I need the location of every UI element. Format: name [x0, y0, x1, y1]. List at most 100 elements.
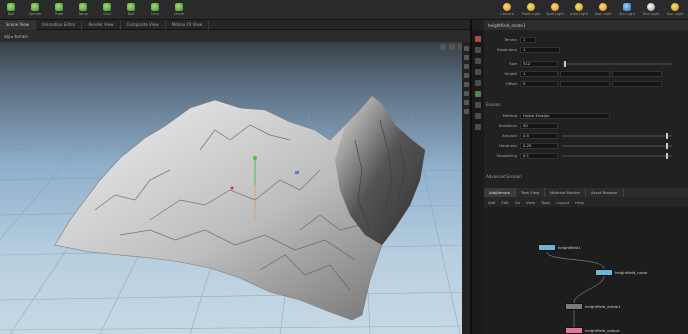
param-field[interactable]: 0.1: [520, 152, 558, 159]
shelf-tool-label: Camera: [500, 12, 514, 16]
menu-layout[interactable]: Layout: [556, 200, 569, 205]
param-label: Hardness: [499, 143, 517, 148]
param-field-z[interactable]: [612, 80, 662, 87]
move-icon[interactable]: [463, 55, 469, 60]
node-label: heightfield_output: [585, 328, 620, 333]
tab-composite-view[interactable]: Composite View: [121, 19, 166, 30]
tab-tree-view[interactable]: Tree View: [516, 188, 546, 197]
shelf-tool-area-light[interactable]: Area Light: [568, 1, 590, 19]
tab-network[interactable]: /obj/terrain: [484, 188, 517, 197]
menu-view[interactable]: View: [526, 200, 535, 205]
param-field[interactable]: 0.5: [520, 132, 558, 139]
param-label: Amount: [502, 133, 517, 138]
panel-tool-strip: [472, 30, 484, 334]
shelf-tool-label: Line: [151, 12, 159, 16]
network-editor[interactable]: heightfield1 heightfield_noise heightfie…: [484, 207, 688, 334]
tab-scene-view[interactable]: Scene View: [0, 19, 36, 30]
param-group-label[interactable]: Erosion: [486, 102, 501, 107]
param-field[interactable]: 0: [520, 80, 558, 87]
node-heightfield-output[interactable]: [565, 327, 583, 334]
display-flag-icon[interactable]: [475, 91, 481, 97]
param-row: Offset 0: [486, 80, 662, 87]
info-icon[interactable]: [475, 102, 481, 108]
shelf-tool-geo-light[interactable]: Geo Light: [592, 1, 614, 19]
menu-go[interactable]: Go: [515, 200, 520, 205]
param-field[interactable]: 512: [520, 60, 558, 67]
param-field[interactable]: 50: [520, 122, 558, 129]
shelf-tool-label: Grid: [103, 12, 111, 16]
menu-add[interactable]: Add: [488, 200, 495, 205]
param-field[interactable]: 1: [520, 36, 536, 43]
shelf-tool-point-light[interactable]: Point Light: [520, 1, 542, 19]
gear-icon[interactable]: [475, 124, 481, 130]
shelf-tool-sky-light[interactable]: Sky Light: [616, 1, 638, 19]
method-dropdown[interactable]: Hydro Erosion: [520, 112, 610, 119]
scene-viewport[interactable]: obj ▸ terrain: [0, 30, 470, 334]
viewport-tab-bar: Scene View Animation Editor Render View …: [0, 19, 470, 30]
pose-icon[interactable]: [463, 91, 469, 96]
node-heightfield[interactable]: [538, 244, 556, 251]
tab-animation-editor[interactable]: Animation Editor: [36, 19, 83, 30]
shelf-tool-sphere[interactable]: Sphere: [24, 1, 46, 19]
param-field[interactable]: 0.25: [520, 142, 558, 149]
param-field-y[interactable]: [560, 70, 610, 77]
tab-motion-fx-view[interactable]: Motion FX View: [166, 19, 210, 30]
node-heightfield-erode[interactable]: [565, 303, 583, 310]
visibility-icon[interactable]: [475, 47, 481, 53]
shelf-tool-box[interactable]: Box: [0, 1, 22, 19]
param-field[interactable]: 1: [520, 70, 558, 77]
select-icon[interactable]: [463, 46, 469, 51]
render-icon[interactable]: [475, 36, 481, 42]
param-slider[interactable]: [562, 132, 672, 139]
shelf-tool-torus[interactable]: Torus: [72, 1, 94, 19]
param-slider[interactable]: [562, 142, 672, 149]
shelf-tool-camera[interactable]: Camera: [496, 1, 518, 19]
help-icon[interactable]: [475, 113, 481, 119]
shelf-tool-null[interactable]: Null: [120, 1, 142, 19]
param-field-y[interactable]: [560, 80, 610, 87]
param-label: Terrain: [504, 37, 517, 42]
param-field-z[interactable]: [612, 70, 662, 77]
param-slider[interactable]: [562, 152, 672, 159]
viewport-side-toolbar: [462, 42, 470, 334]
shelf-tool-env-light[interactable]: Env Light: [640, 1, 662, 19]
bypass-icon[interactable]: [475, 69, 481, 75]
param-slider[interactable]: [562, 60, 672, 67]
param-row: Resolution 1: [486, 46, 560, 53]
camera-view-icon[interactable]: [449, 44, 455, 50]
shelf-tool-spot-light[interactable]: Spot Light: [544, 1, 566, 19]
param-label: Smoothing: [496, 153, 517, 158]
param-group-label[interactable]: Advanced Erosion: [486, 174, 522, 179]
menu-tools[interactable]: Tools: [541, 200, 550, 205]
shelf-tool-sun-light[interactable]: Sun Light: [664, 1, 686, 19]
shelf-tool-label: Tube: [54, 12, 64, 16]
node-heightfield-noise[interactable]: [595, 269, 613, 276]
shelf-tool-tube[interactable]: Tube: [48, 1, 70, 19]
param-label: Offset: [505, 81, 517, 86]
param-field[interactable]: 1: [520, 46, 560, 53]
template-icon[interactable]: [475, 58, 481, 64]
shelf-tool-grid[interactable]: Grid: [96, 1, 118, 19]
param-label: Iterations: [498, 123, 517, 128]
node-label: heightfield1: [558, 245, 581, 250]
node-label: heightfield_noise: [615, 270, 648, 275]
lock-icon[interactable]: [475, 80, 481, 86]
shelf-tool-label: Env Light: [642, 12, 660, 16]
menu-edit[interactable]: Edit: [501, 200, 508, 205]
tab-render-view[interactable]: Render View: [82, 19, 121, 30]
tab-material-palette[interactable]: Material Palette: [545, 188, 586, 197]
shelf-tool-label: Sky Light: [618, 12, 636, 16]
menu-help[interactable]: Help: [575, 200, 584, 205]
viewport-path[interactable]: obj ▸ terrain: [4, 34, 28, 39]
tab-asset-browser[interactable]: Asset Browser: [586, 188, 624, 197]
viewport-grid: [0, 95, 470, 334]
shelf-tool-label: Sun Light: [666, 12, 684, 16]
shelf-tool-line[interactable]: Line: [144, 1, 166, 19]
display-icon[interactable]: [440, 44, 446, 50]
handle-icon[interactable]: [463, 82, 469, 87]
snap-icon[interactable]: [463, 100, 469, 105]
rotate-icon[interactable]: [463, 64, 469, 69]
shelf-tool-circle[interactable]: Circle: [168, 1, 190, 19]
scale-icon[interactable]: [463, 73, 469, 78]
view-icon[interactable]: [463, 109, 469, 114]
